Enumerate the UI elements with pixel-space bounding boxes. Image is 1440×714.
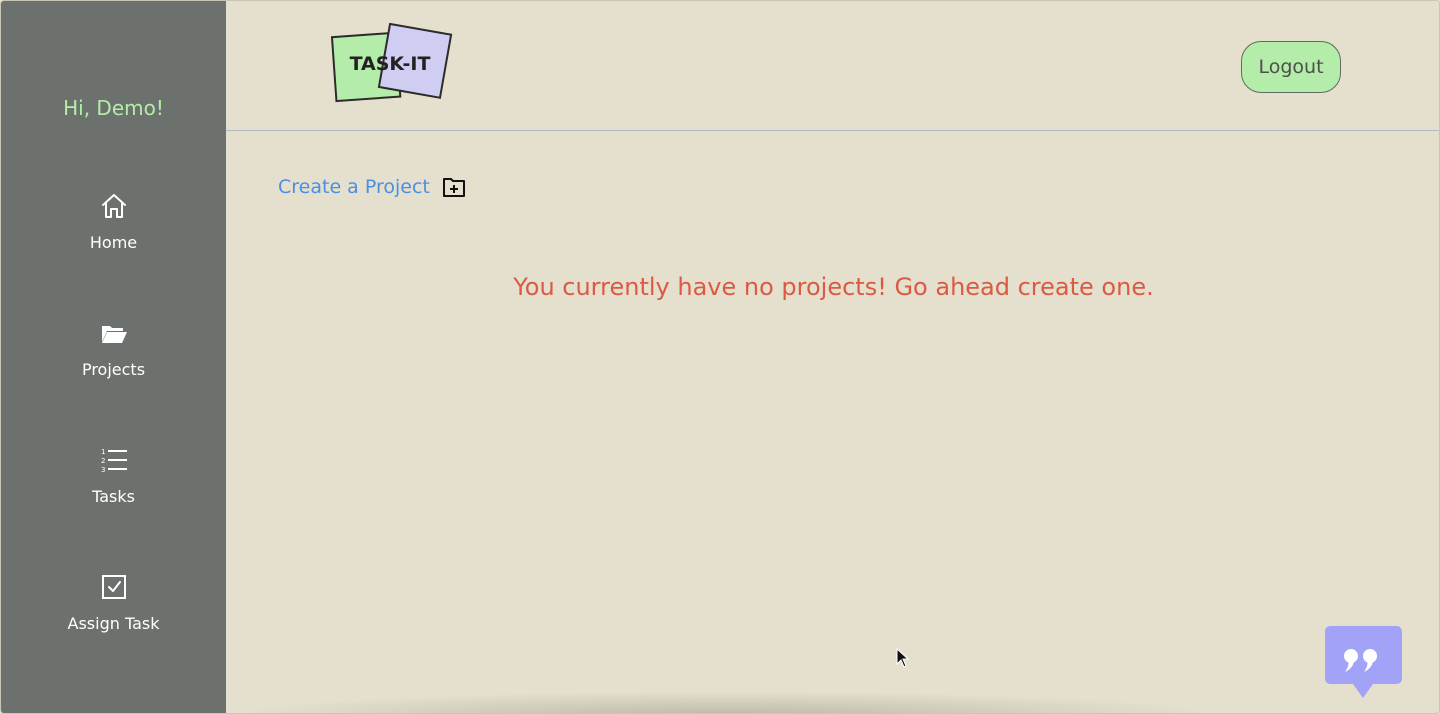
sidebar-item-projects[interactable]: Projects: [1, 318, 226, 379]
sidebar-item-tasks[interactable]: 1 2 3 Tasks: [1, 445, 226, 506]
svg-text:1: 1: [101, 448, 105, 456]
footer-shadow: [231, 691, 1221, 713]
logout-button[interactable]: Logout: [1241, 41, 1341, 93]
top-header: TASK-IT Logout: [226, 1, 1439, 131]
quote-chat-icon[interactable]: [1325, 626, 1402, 698]
svg-text:3: 3: [101, 466, 105, 474]
greeting: Hi, Demo!: [63, 96, 164, 120]
home-icon: [101, 194, 126, 218]
numbered-list-icon: 1 2 3: [101, 448, 127, 474]
empty-projects-message: You currently have no projects! Go ahead…: [513, 273, 1154, 301]
sidebar-item-label: Projects: [81, 360, 146, 379]
svg-text:2: 2: [101, 457, 105, 465]
sidebar-item-home[interactable]: Home: [1, 191, 226, 252]
checkbox-icon: [101, 575, 126, 599]
folder-plus-icon: [442, 178, 465, 197]
app-window: Hi, Demo! Home Projects 1 2 3 Tasks Assi…: [0, 0, 1440, 714]
sidebar-item-label: Home: [89, 233, 138, 252]
mouse-cursor-icon: [896, 648, 910, 668]
sidebar: Hi, Demo! Home Projects 1 2 3 Tasks Assi…: [1, 1, 226, 713]
sidebar-item-label: Tasks: [92, 487, 135, 506]
create-project-link[interactable]: Create a Project: [278, 172, 466, 202]
sidebar-item-assign-task[interactable]: Assign Task: [1, 572, 226, 633]
sidebar-item-label: Assign Task: [67, 614, 160, 633]
logo[interactable]: TASK-IT: [328, 23, 454, 103]
logo-text: TASK-IT: [350, 53, 431, 75]
create-project-label: Create a Project: [278, 176, 430, 198]
folder-open-icon: [101, 326, 127, 343]
